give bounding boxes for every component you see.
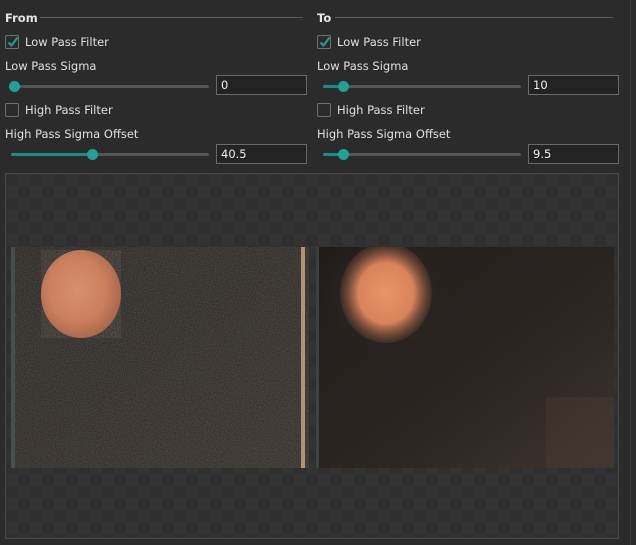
- slider-thumb[interactable]: [337, 149, 349, 160]
- to-high-pass-sigma-offset-input[interactable]: 9.5: [528, 144, 619, 164]
- to-section-header: To: [317, 11, 623, 25]
- from-high-pass-filter-checkbox[interactable]: High Pass Filter: [5, 101, 113, 119]
- to-title: To: [317, 11, 332, 25]
- scrollbar-edge: [630, 0, 631, 545]
- slider-track: [323, 153, 521, 156]
- preview-area: [5, 173, 619, 539]
- to-low-pass-sigma-label: Low Pass Sigma: [317, 59, 409, 73]
- to-high-pass-filter-checkbox[interactable]: High Pass Filter: [317, 101, 425, 119]
- to-high-pass-sigma-offset-slider[interactable]: [323, 148, 521, 160]
- check-icon: [7, 36, 19, 48]
- check-icon: [319, 36, 331, 48]
- from-high-pass-sigma-offset-input[interactable]: 40.5: [216, 144, 307, 164]
- from-high-pass-filter-label: High Pass Filter: [25, 103, 113, 117]
- to-preview-image: [316, 247, 614, 468]
- from-low-pass-sigma-label: Low Pass Sigma: [5, 59, 97, 73]
- from-low-pass-filter-checkbox[interactable]: Low Pass Filter: [5, 33, 109, 51]
- vertical-scrollbar[interactable]: [624, 0, 636, 545]
- slider-thumb[interactable]: [87, 149, 99, 160]
- slider-thumb[interactable]: [9, 81, 20, 92]
- slider-fill: [11, 153, 93, 156]
- to-low-pass-filter-checkbox[interactable]: Low Pass Filter: [317, 33, 421, 51]
- to-header-divider: [335, 17, 613, 18]
- from-high-pass-sigma-offset-label: High Pass Sigma Offset: [5, 127, 139, 141]
- from-title: From: [5, 11, 38, 25]
- from-low-pass-filter-box[interactable]: [5, 35, 19, 49]
- slider-thumb[interactable]: [337, 81, 349, 92]
- from-high-pass-sigma-offset-slider[interactable]: [11, 148, 209, 160]
- from-low-pass-sigma-input[interactable]: 0: [216, 75, 307, 95]
- to-low-pass-sigma-input[interactable]: 10: [528, 75, 619, 95]
- from-low-pass-sigma-slider[interactable]: [9, 80, 209, 92]
- to-high-pass-filter-label: High Pass Filter: [337, 103, 425, 117]
- slider-track: [11, 85, 209, 88]
- from-header-divider: [40, 17, 303, 18]
- to-low-pass-sigma-slider[interactable]: [323, 80, 521, 92]
- to-high-pass-filter-box[interactable]: [317, 103, 331, 117]
- from-preview-image: [11, 247, 309, 468]
- from-high-pass-filter-box[interactable]: [5, 103, 19, 117]
- from-low-pass-filter-label: Low Pass Filter: [25, 35, 109, 49]
- to-high-pass-sigma-offset-label: High Pass Sigma Offset: [317, 127, 451, 141]
- from-section-header: From: [5, 11, 311, 25]
- slider-track: [323, 85, 521, 88]
- to-low-pass-filter-box[interactable]: [317, 35, 331, 49]
- to-low-pass-filter-label: Low Pass Filter: [337, 35, 421, 49]
